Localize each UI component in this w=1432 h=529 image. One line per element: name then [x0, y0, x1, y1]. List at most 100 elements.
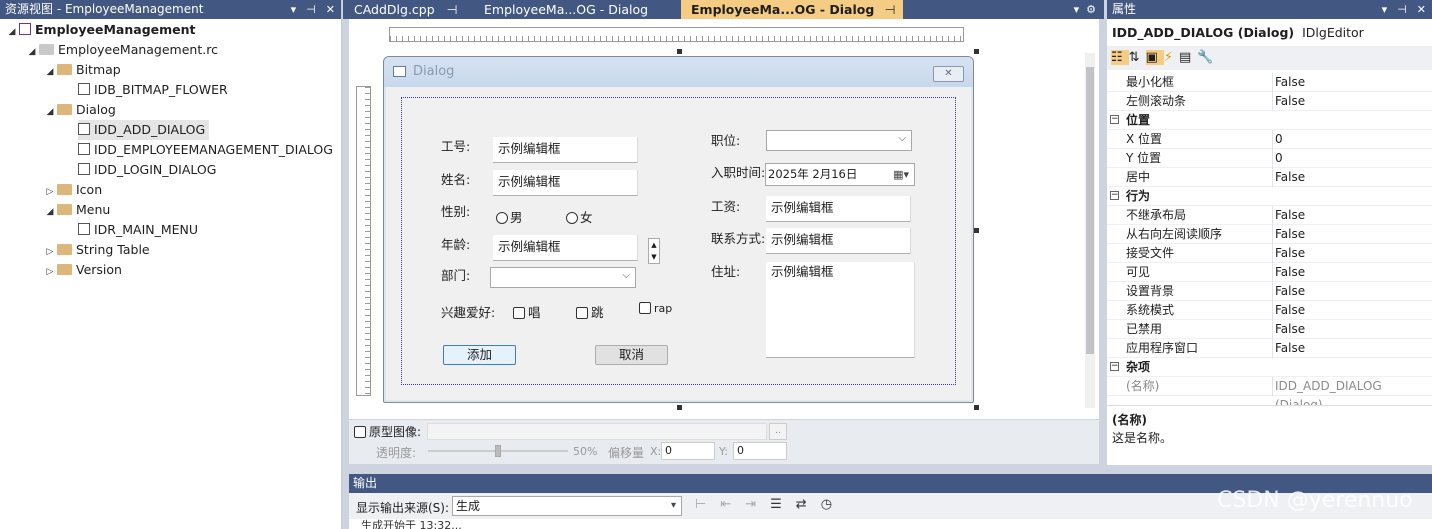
next-message-icon[interactable]: ⇥: [745, 497, 770, 512]
scrollbar-thumb[interactable]: [1086, 67, 1094, 354]
expand-icon[interactable]: ◢: [43, 202, 57, 222]
pin-icon[interactable]: ⊣: [447, 2, 458, 17]
clock-icon[interactable]: ◷: [821, 497, 846, 512]
messages-icon[interactable]: ▤: [1179, 50, 1197, 65]
output-text-area[interactable]: 生成开始于 13:32...: [349, 519, 1432, 529]
checkbox-rap[interactable]: rap: [639, 302, 672, 315]
property-row[interactable]: 设置背景 False: [1107, 282, 1432, 301]
word-wrap-icon[interactable]: ⇄: [796, 497, 821, 512]
resize-handle[interactable]: [974, 49, 979, 54]
tree-item-menu[interactable]: ◢ Menu: [43, 200, 111, 222]
pin-icon[interactable]: ⊣: [885, 2, 896, 17]
collapse-icon[interactable]: ▷: [43, 182, 57, 202]
property-row[interactable]: Y 位置 0: [1107, 149, 1432, 168]
tab-employeemanagement-dialog[interactable]: EmployeeMa...OG - Dialog: [473, 0, 681, 19]
property-row[interactable]: 接受文件 False: [1107, 244, 1432, 263]
cancel-button[interactable]: 取消: [595, 345, 668, 365]
property-row[interactable]: 可见 False: [1107, 263, 1432, 282]
tab-dropdown-icon[interactable]: ▾ ⚙: [1074, 0, 1096, 19]
expand-icon[interactable]: ◢: [5, 22, 19, 42]
property-category[interactable]: − 位置: [1107, 111, 1432, 130]
properties-object-selector[interactable]: IDD_ADD_DIALOG (Dialog) IDlgEditor: [1112, 25, 1364, 40]
property-row[interactable]: 系统模式 False: [1107, 301, 1432, 320]
property-category[interactable]: − 杂项: [1107, 358, 1432, 377]
overrides-icon[interactable]: 🔧: [1197, 50, 1219, 65]
property-row[interactable]: 居中 False: [1107, 168, 1432, 187]
expand-icon[interactable]: ◢: [25, 42, 39, 62]
vertical-ruler[interactable]: [356, 86, 371, 396]
radio-button-icon[interactable]: [566, 212, 578, 224]
tree-item-dialog[interactable]: ◢ Dialog: [43, 100, 116, 120]
radio-female[interactable]: 女: [566, 207, 593, 226]
offset-x-input[interactable]: 0: [661, 442, 715, 460]
checkbox-icon[interactable]: [513, 307, 525, 319]
edit-name[interactable]: 示例编辑框: [493, 170, 638, 196]
vertical-scrollbar[interactable]: [1085, 53, 1095, 408]
checkbox-icon[interactable]: [576, 307, 588, 319]
close-icon[interactable]: ✕: [326, 0, 335, 19]
tree-item-idd-employeemanagement-dialog[interactable]: IDD_EMPLOYEEMANAGEMENT_DIALOG: [78, 140, 333, 160]
goto-error-icon[interactable]: ⊢: [695, 497, 720, 512]
edit-age[interactable]: 示例编辑框: [493, 235, 638, 261]
combo-department[interactable]: ⌵: [490, 267, 636, 288]
property-row[interactable]: 不继承布局 False: [1107, 206, 1432, 225]
edit-employee-id[interactable]: 示例编辑框: [493, 137, 638, 163]
horizontal-ruler[interactable]: [389, 27, 964, 42]
output-source-select[interactable]: 生成 ▾: [452, 496, 682, 516]
resize-handle[interactable]: [974, 405, 979, 410]
dialog-close-button[interactable]: ✕: [933, 66, 964, 82]
calendar-icon[interactable]: ▦▾: [893, 164, 909, 185]
designed-dialog[interactable]: Dialog ✕ 工号: 示例编辑框 姓名: 示例编辑框 性别: 男 女 年龄:…: [383, 56, 974, 403]
radio-button-icon[interactable]: [496, 212, 508, 224]
property-row[interactable]: X 位置 0: [1107, 130, 1432, 149]
checkbox-sing[interactable]: 唱: [513, 302, 541, 321]
pin-icon[interactable]: ⊣: [1397, 0, 1407, 19]
edit-address[interactable]: 示例编辑框: [766, 262, 915, 358]
property-category[interactable]: − 行为: [1107, 187, 1432, 206]
opacity-slider[interactable]: [428, 445, 568, 457]
resize-handle[interactable]: [974, 228, 979, 233]
prototype-image-path-field[interactable]: [427, 423, 767, 440]
tree-item-idb-bitmap-flower[interactable]: IDB_BITMAP_FLOWER: [78, 80, 228, 100]
tree-item-idd-login-dialog[interactable]: IDD_LOGIN_DIALOG: [78, 160, 216, 180]
categorized-icon[interactable]: ☷: [1111, 50, 1129, 65]
property-row[interactable]: 已禁用 False: [1107, 320, 1432, 339]
collapse-icon[interactable]: ▷: [43, 242, 57, 262]
opacity-slider-thumb[interactable]: [495, 445, 501, 457]
tree-item-rc-file[interactable]: ◢ EmployeeManagement.rc: [25, 40, 218, 60]
checkbox-dance[interactable]: 跳: [576, 302, 604, 321]
add-button[interactable]: 添加: [443, 345, 516, 365]
expand-icon[interactable]: ◢: [43, 62, 57, 82]
expand-icon[interactable]: ◢: [43, 102, 57, 122]
dropdown-icon[interactable]: ▾: [1382, 0, 1388, 19]
property-row[interactable]: 最小化框 False: [1107, 73, 1432, 92]
edit-contact[interactable]: 示例编辑框: [766, 228, 911, 254]
events-icon[interactable]: ⚡: [1164, 50, 1179, 65]
tree-item-idr-main-menu[interactable]: IDR_MAIN_MENU: [78, 220, 198, 240]
property-row[interactable]: (名称)IDD_ADD_DIALOG (Dialog): [1107, 377, 1432, 412]
dropdown-icon[interactable]: ▾: [291, 0, 297, 19]
property-row[interactable]: 从右向左阅读顺序 False: [1107, 225, 1432, 244]
collapse-icon[interactable]: −: [1110, 362, 1119, 371]
combo-position[interactable]: ⌵: [766, 130, 912, 151]
tree-item-icon[interactable]: ▷ Icon: [43, 180, 103, 202]
radio-male[interactable]: 男: [496, 207, 523, 226]
clear-all-icon[interactable]: ☰: [770, 497, 796, 512]
collapse-icon[interactable]: −: [1110, 191, 1119, 200]
tree-item-bitmap[interactable]: ◢ Bitmap: [43, 60, 121, 80]
resize-handle[interactable]: [677, 405, 682, 410]
properties-icon[interactable]: ▣: [1145, 50, 1164, 65]
alphabetical-icon[interactable]: ⇅: [1129, 50, 1146, 65]
checkbox-icon[interactable]: [639, 302, 651, 314]
edit-salary[interactable]: 示例编辑框: [766, 196, 911, 222]
property-row[interactable]: 左侧滚动条 False: [1107, 92, 1432, 111]
date-picker-hire-date[interactable]: 2025年 2月16日 ▦▾: [765, 163, 915, 186]
age-spin-control[interactable]: ▲ ▼: [648, 238, 660, 264]
tree-item-idd-add-dialog[interactable]: IDD_ADD_DIALOG: [78, 120, 210, 140]
offset-y-input[interactable]: 0: [733, 442, 787, 460]
resize-handle[interactable]: [677, 49, 682, 54]
tab-caddlg-cpp[interactable]: CAddDlg.cpp ⊣: [343, 0, 471, 19]
tree-item-string-table[interactable]: ▷ String Table: [43, 240, 150, 260]
tree-item-project[interactable]: ◢ EmployeeManagement: [5, 20, 196, 40]
tree-item-version[interactable]: ▷ Version: [43, 260, 122, 280]
